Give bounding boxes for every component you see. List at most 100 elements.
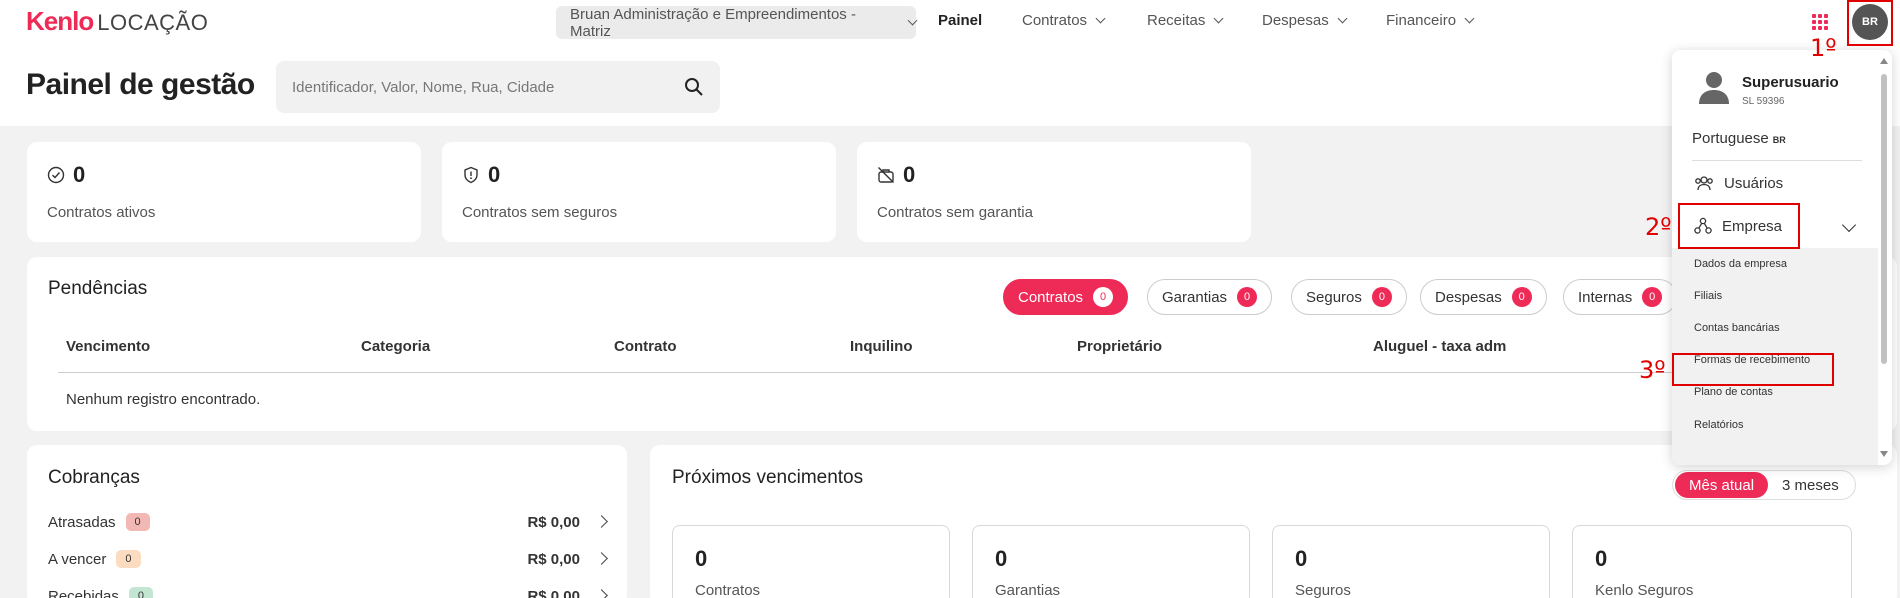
table-divider — [58, 372, 1678, 373]
column-header[interactable]: Aluguel - taxa adm — [1373, 338, 1506, 355]
grid-icon[interactable] — [1812, 14, 1828, 30]
menu-item-usuarios[interactable]: Usuários — [1694, 174, 1783, 192]
stat-value-row: 0 — [877, 162, 915, 188]
card-value: 0 — [695, 546, 708, 571]
range-3-meses[interactable]: 3 meses — [1768, 472, 1853, 498]
company-select[interactable]: Bruan Administração e Empreendimentos - … — [556, 6, 918, 40]
nav-painel[interactable]: Painel — [938, 12, 982, 29]
cobranca-row-recebidas[interactable]: Recebidas 0 R$ 0,00 — [48, 584, 608, 598]
shield-icon — [464, 166, 478, 184]
filter-despesas[interactable]: Despesas 0 — [1420, 279, 1547, 315]
submenu-contas-bancarias[interactable]: Contas bancárias — [1694, 322, 1780, 334]
chevron-down-icon — [1095, 13, 1106, 24]
filter-label: Contratos — [1018, 288, 1084, 306]
chevron-right-icon[interactable] — [595, 589, 608, 598]
stat-label: Contratos sem garantia — [877, 204, 1033, 221]
check-circle-icon — [47, 166, 65, 184]
column-header[interactable]: Contrato — [614, 338, 677, 355]
card-label: Contratos — [695, 582, 761, 598]
vencimento-card-seguros[interactable]: 0 Seguros — [1272, 525, 1550, 598]
nav-contratos[interactable]: Contratos — [1022, 12, 1106, 29]
count-badge: 0 — [125, 513, 150, 531]
language-selector[interactable]: Portuguese BR — [1692, 130, 1786, 147]
stat-value: 0 — [488, 162, 501, 187]
filter-contratos[interactable]: Contratos 0 — [1003, 279, 1129, 315]
scroll-thumb[interactable] — [1881, 74, 1887, 364]
column-header[interactable]: Proprietário — [1077, 338, 1162, 355]
annotation-box-1 — [1847, 0, 1893, 46]
annotation-label-2: 2º — [1645, 213, 1672, 241]
vencimento-card-kenlo-seguros[interactable]: 0 Kenlo Seguros — [1572, 525, 1852, 598]
card-label: Kenlo Seguros — [1595, 582, 1694, 598]
stat-card-contratos-sem-garantia[interactable]: 0 Contratos sem garantia — [857, 142, 1251, 242]
range-mes-atual[interactable]: Mês atual — [1675, 472, 1769, 498]
card-value: 0 — [1295, 546, 1308, 571]
menu-item-label: Usuários — [1724, 174, 1784, 192]
filter-label: Despesas — [1435, 288, 1502, 306]
cobranca-amount: R$ 0,00 — [527, 550, 580, 568]
search-input[interactable] — [292, 78, 684, 96]
filter-count: 0 — [1093, 287, 1114, 307]
chevron-right-icon[interactable] — [595, 552, 608, 565]
cobranca-amount: R$ 0,00 — [527, 587, 580, 598]
column-header[interactable]: Vencimento — [66, 338, 150, 355]
filter-label: Internas — [1578, 288, 1633, 306]
filter-label: Garantias — [1162, 288, 1228, 306]
chevron-down-icon — [1464, 13, 1475, 24]
count-badge: 0 — [116, 550, 141, 568]
cobranca-label: A vencer — [48, 550, 107, 568]
stat-card-contratos-sem-seguros[interactable]: 0 Contratos sem seguros — [442, 142, 836, 242]
chevron-down-icon — [1337, 13, 1348, 24]
filter-count: 0 — [1511, 287, 1532, 307]
stat-value-row: 0 — [462, 162, 500, 188]
chevron-right-icon[interactable] — [595, 515, 608, 528]
user-name: Superusuario — [1742, 74, 1839, 91]
column-header[interactable]: Categoria — [361, 338, 430, 355]
nav-label: Painel — [938, 12, 983, 29]
language-label: Portuguese — [1692, 130, 1769, 147]
nav-label: Financeiro — [1386, 12, 1457, 29]
vencimento-card-contratos[interactable]: 0 Contratos — [672, 525, 950, 598]
kenlo-logo[interactable]: Kenlo LOCAÇÃO — [26, 6, 208, 37]
search-bar[interactable] — [276, 61, 720, 113]
filter-garantias[interactable]: Garantias 0 — [1147, 279, 1273, 315]
cobranca-row-a-vencer[interactable]: A vencer 0 R$ 0,00 — [48, 547, 608, 571]
nav-receitas[interactable]: Receitas — [1147, 12, 1224, 29]
vencimento-card-garantias[interactable]: 0 Garantias — [972, 525, 1250, 598]
proximos-title: Próximos vencimentos — [672, 467, 864, 488]
scroll-down-icon[interactable] — [1880, 451, 1888, 457]
user-icon — [1699, 72, 1729, 104]
search-icon[interactable] — [684, 77, 704, 97]
pendencias-title: Pendências — [48, 278, 148, 299]
user-id: SL 59396 — [1742, 96, 1785, 107]
cobranca-row-atrasadas[interactable]: Atrasadas 0 R$ 0,00 — [48, 510, 608, 534]
filter-seguros[interactable]: Seguros 0 — [1291, 279, 1407, 315]
column-header[interactable]: Inquilino — [850, 338, 912, 355]
nav-financeiro[interactable]: Financeiro — [1386, 12, 1475, 29]
stat-label: Contratos sem seguros — [462, 204, 618, 221]
menu-divider — [1692, 160, 1862, 161]
submenu-filiais[interactable]: Filiais — [1694, 290, 1722, 302]
annotation-box-3 — [1672, 353, 1834, 386]
cobranca-label: Atrasadas — [48, 513, 116, 531]
chevron-down-icon — [907, 15, 918, 26]
stat-value-row: 0 — [47, 162, 85, 188]
menu-scrollbar[interactable] — [1880, 58, 1888, 457]
annotation-label-3: 3º — [1639, 356, 1666, 384]
filter-count: 0 — [1642, 287, 1663, 307]
filter-label: Seguros — [1306, 288, 1362, 306]
scroll-up-icon[interactable] — [1880, 58, 1888, 64]
submenu-dados-empresa[interactable]: Dados da empresa — [1694, 258, 1787, 270]
chevron-down-icon — [1213, 13, 1224, 24]
filter-count: 0 — [1237, 287, 1258, 307]
filter-internas[interactable]: Internas 0 — [1563, 279, 1678, 315]
page-title: Painel de gestão — [26, 68, 255, 101]
nav-despesas[interactable]: Despesas — [1262, 12, 1348, 29]
stat-label: Contratos ativos — [47, 204, 156, 221]
filter-count: 0 — [1371, 287, 1392, 307]
range-toggle[interactable]: Mês atual 3 meses — [1672, 470, 1856, 500]
submenu-relatorios[interactable]: Relatórios — [1694, 419, 1744, 431]
stat-card-contratos-ativos[interactable]: 0 Contratos ativos — [27, 142, 421, 242]
annotation-label-1: 1º — [1810, 34, 1837, 62]
submenu-plano-contas[interactable]: Plano de contas — [1694, 386, 1773, 398]
